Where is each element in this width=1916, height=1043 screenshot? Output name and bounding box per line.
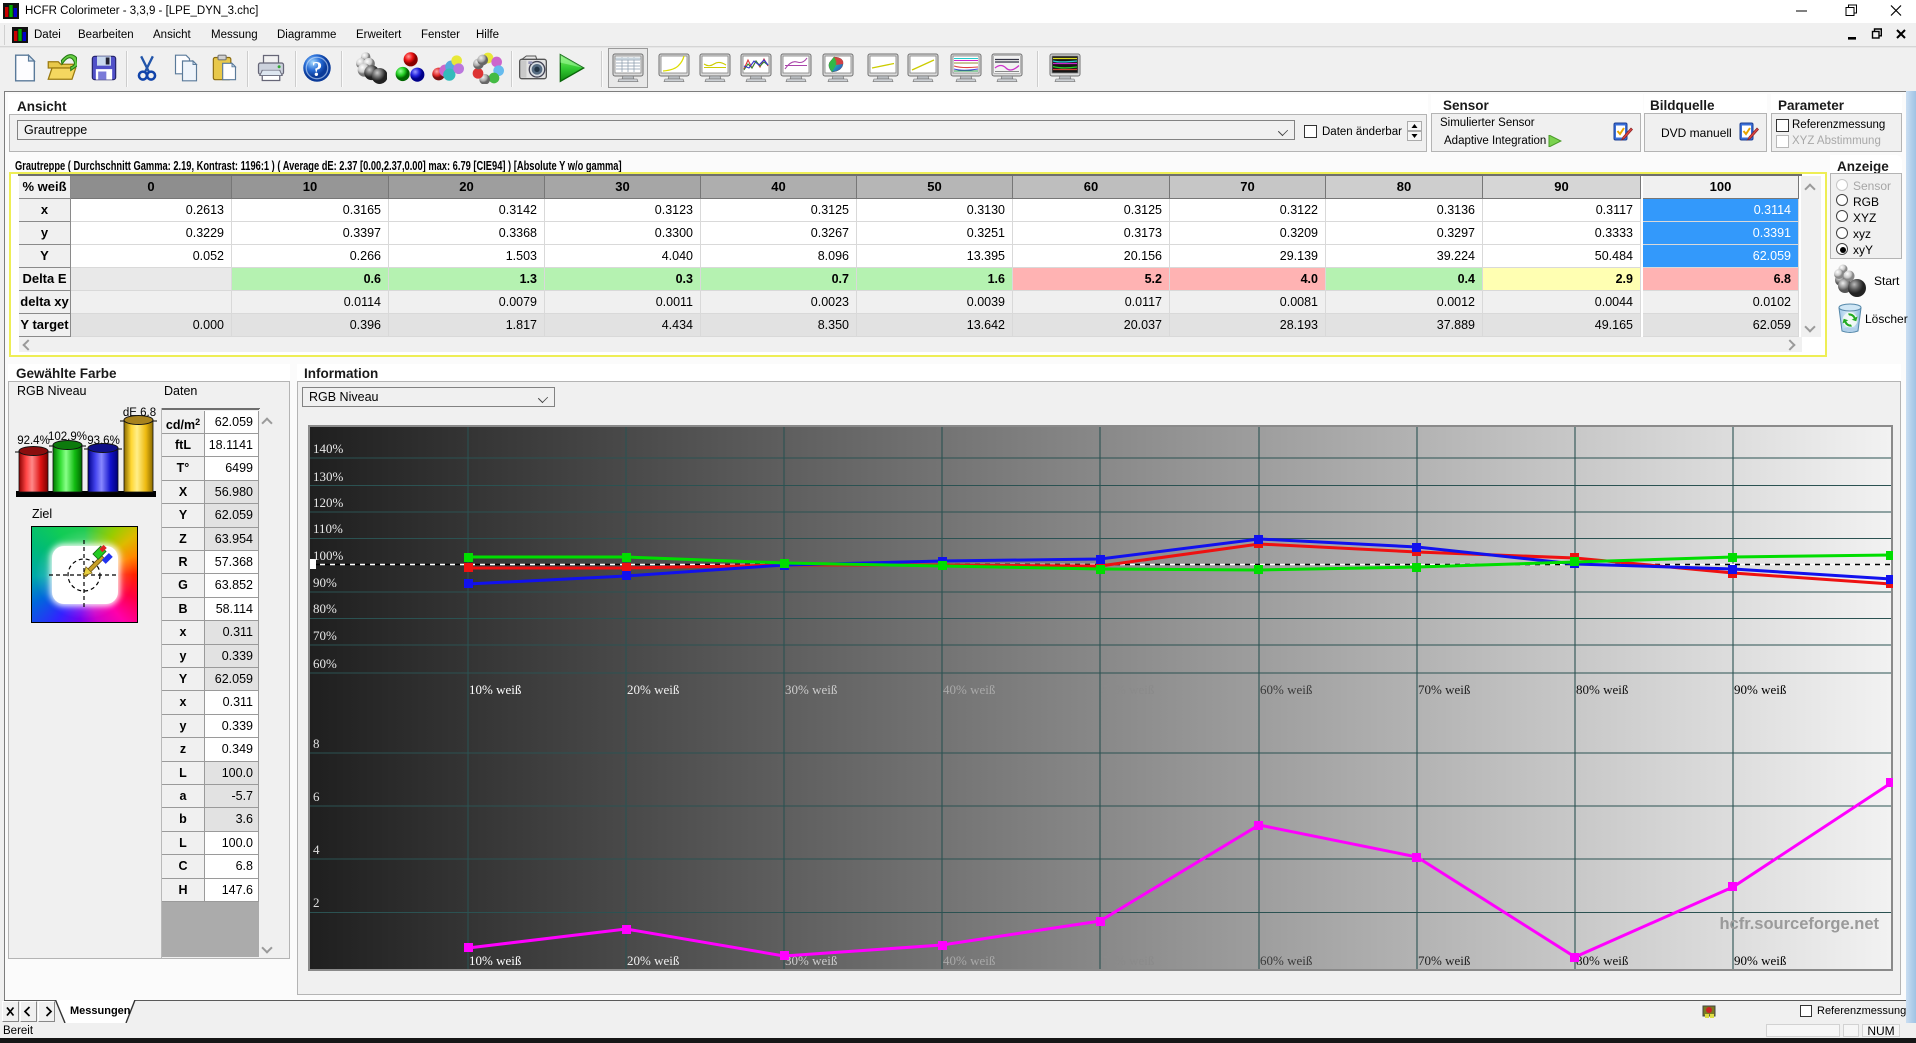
svg-text:70% weiß: 70% weiß: [1418, 953, 1471, 968]
svg-text:80% weiß: 80% weiß: [1576, 953, 1629, 968]
svg-text:50% weiß: 50% weiß: [1102, 682, 1155, 697]
svg-text:90% weiß: 90% weiß: [1734, 953, 1787, 968]
svg-text:2: 2: [313, 895, 320, 910]
svg-text:60% weiß: 60% weiß: [1260, 953, 1313, 968]
svg-text:hcfr.sourceforge.net: hcfr.sourceforge.net: [1719, 915, 1879, 933]
svg-text:90%: 90%: [313, 575, 337, 590]
svg-text:?: ?: [312, 57, 323, 81]
svg-text:8: 8: [313, 736, 320, 751]
svg-text:10% weiß: 10% weiß: [469, 953, 522, 968]
svg-text:120%: 120%: [313, 495, 344, 510]
svg-text:100%: 100%: [313, 548, 344, 563]
svg-text:60%: 60%: [313, 656, 337, 671]
svg-text:40% weiß: 40% weiß: [943, 953, 996, 968]
svg-text:80% weiß: 80% weiß: [1576, 682, 1629, 697]
svg-text:20% weiß: 20% weiß: [627, 682, 680, 697]
svg-text:20% weiß: 20% weiß: [627, 953, 680, 968]
svg-text:70% weiß: 70% weiß: [1418, 682, 1471, 697]
svg-text:50% weiß: 50% weiß: [1102, 953, 1155, 968]
svg-text:4: 4: [313, 842, 320, 857]
svg-text:40% weiß: 40% weiß: [943, 682, 996, 697]
svg-text:140%: 140%: [313, 441, 344, 456]
svg-text:90% weiß: 90% weiß: [1734, 682, 1787, 697]
svg-text:80%: 80%: [313, 601, 337, 616]
svg-text:70%: 70%: [313, 628, 337, 643]
svg-text:130%: 130%: [313, 469, 344, 484]
svg-text:110%: 110%: [313, 521, 343, 536]
svg-text:60% weiß: 60% weiß: [1260, 682, 1313, 697]
svg-text:10% weiß: 10% weiß: [469, 682, 522, 697]
svg-text:30% weiß: 30% weiß: [785, 682, 838, 697]
svg-text:6: 6: [313, 789, 320, 804]
